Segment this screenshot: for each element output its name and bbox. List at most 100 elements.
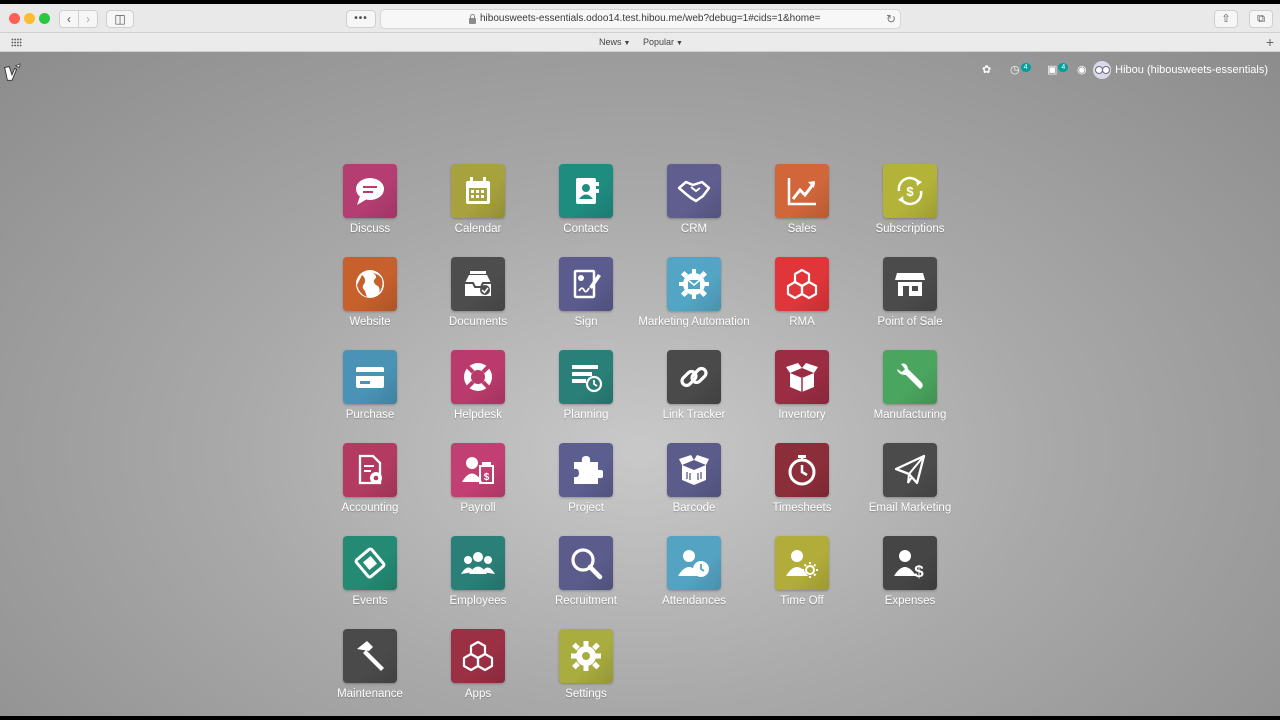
close-window-button[interactable] bbox=[9, 13, 20, 24]
app-label: Email Marketing bbox=[868, 502, 952, 514]
calendar-icon bbox=[451, 164, 505, 218]
new-tab-plus-icon[interactable]: + bbox=[1266, 33, 1274, 51]
app-label: Recruitment bbox=[555, 595, 617, 607]
chevron-down-icon: ▼ bbox=[676, 40, 683, 47]
stopwatch-icon bbox=[775, 443, 829, 497]
forward-arrow-icon[interactable]: › bbox=[78, 10, 98, 28]
lifebuoy-icon bbox=[451, 350, 505, 404]
app-apps[interactable]: Apps bbox=[424, 629, 532, 716]
messages-icon[interactable]: ▣ 4 bbox=[1047, 63, 1069, 76]
user-sun-icon bbox=[775, 536, 829, 590]
app-project[interactable]: Project bbox=[532, 443, 640, 536]
cubes-icon bbox=[451, 629, 505, 683]
app-barcode[interactable]: Barcode bbox=[640, 443, 748, 536]
user-name: Hibou (hibousweets-essentials) bbox=[1115, 64, 1268, 76]
bookmark-label: Popular bbox=[643, 37, 675, 47]
debug-bug-icon[interactable]: ✿ bbox=[982, 63, 991, 76]
app-label: Apps bbox=[464, 688, 492, 700]
app-label: Contacts bbox=[563, 223, 609, 235]
chat-bubble-icon bbox=[343, 164, 397, 218]
user-menu[interactable]: Hibou (hibousweets-essentials) bbox=[1093, 58, 1268, 82]
app-helpdesk[interactable]: Helpdesk bbox=[424, 350, 532, 443]
app-label: Employees bbox=[449, 595, 507, 607]
lock-icon bbox=[469, 14, 476, 24]
app-documents[interactable]: Documents bbox=[424, 257, 532, 350]
app-label: Maintenance bbox=[337, 688, 403, 700]
app-label: Marketing Automation bbox=[638, 316, 750, 328]
app-label: Settings bbox=[565, 688, 607, 700]
share-icon[interactable]: ⇧ bbox=[1214, 10, 1238, 28]
messages-badge: 4 bbox=[1058, 63, 1069, 72]
grid-icon[interactable] bbox=[11, 38, 22, 47]
app-label: Manufacturing bbox=[873, 409, 947, 421]
app-label: Planning bbox=[563, 409, 609, 421]
signed-document-icon bbox=[559, 257, 613, 311]
fullscreen-window-button[interactable] bbox=[39, 13, 50, 24]
minimize-window-button[interactable] bbox=[24, 13, 35, 24]
odoo-home-menu: ✿ ◷ 4 ▣ 4 ◉ Hibou (hibousweets-essentials)… bbox=[0, 52, 1280, 716]
owl-icon[interactable]: ◉ bbox=[1077, 63, 1087, 76]
browser-window: ‹ › ◫ ••• hibousweets-essentials.odoo14.… bbox=[0, 4, 1280, 716]
app-link-tracker[interactable]: Link Tracker bbox=[640, 350, 748, 443]
app-planning[interactable]: Planning bbox=[532, 350, 640, 443]
bookmark-news[interactable]: News ▼ bbox=[599, 33, 630, 53]
app-employees[interactable]: Employees bbox=[424, 536, 532, 629]
app-crm[interactable]: CRM bbox=[640, 164, 748, 257]
app-sign[interactable]: Sign bbox=[532, 257, 640, 350]
url-text[interactable]: hibousweets-essentials.odoo14.test.hibou… bbox=[480, 10, 821, 28]
app-discuss[interactable]: Discuss bbox=[316, 164, 424, 257]
app-sales[interactable]: Sales bbox=[748, 164, 856, 257]
app-label: Accounting bbox=[341, 502, 399, 514]
sidebar-toggle-icon[interactable]: ◫ bbox=[106, 10, 134, 28]
shop-icon bbox=[883, 257, 937, 311]
odoo-menu-toggle-icon[interactable] bbox=[1, 62, 23, 84]
app-label: Subscriptions bbox=[875, 223, 945, 235]
app-manufacturing[interactable]: Manufacturing bbox=[856, 350, 964, 443]
app-payroll[interactable]: $ Payroll bbox=[424, 443, 532, 536]
bookmark-popular[interactable]: Popular ▼ bbox=[643, 33, 683, 53]
gear-envelope-icon bbox=[667, 257, 721, 311]
app-attendances[interactable]: Attendances bbox=[640, 536, 748, 629]
app-label: Events bbox=[352, 595, 388, 607]
app-settings[interactable]: Settings bbox=[532, 629, 640, 716]
reload-icon[interactable]: ↻ bbox=[886, 10, 896, 28]
user-clock-icon bbox=[667, 536, 721, 590]
app-inventory[interactable]: Inventory bbox=[748, 350, 856, 443]
app-website[interactable]: Website bbox=[316, 257, 424, 350]
app-expenses[interactable]: $ Expenses bbox=[856, 536, 964, 629]
app-maintenance[interactable]: Maintenance bbox=[316, 629, 424, 716]
app-point-of-sale[interactable]: Point of Sale bbox=[856, 257, 964, 350]
activity-clock-icon[interactable]: ◷ 4 bbox=[1010, 63, 1031, 76]
app-label: Website bbox=[349, 316, 391, 328]
globe-icon bbox=[343, 257, 397, 311]
user-dollar-icon: $ bbox=[883, 536, 937, 590]
wrench-icon bbox=[883, 350, 937, 404]
app-subscriptions[interactable]: $ Subscriptions bbox=[856, 164, 964, 257]
back-arrow-icon[interactable]: ‹ bbox=[59, 10, 79, 28]
app-rma[interactable]: RMA bbox=[748, 257, 856, 350]
credit-card-icon bbox=[343, 350, 397, 404]
users-icon bbox=[451, 536, 505, 590]
address-bar[interactable]: hibousweets-essentials.odoo14.test.hibou… bbox=[380, 9, 901, 29]
app-events[interactable]: Events bbox=[316, 536, 424, 629]
app-label: Calendar bbox=[454, 223, 502, 235]
app-label: Helpdesk bbox=[454, 409, 502, 421]
app-accounting[interactable]: Accounting bbox=[316, 443, 424, 536]
app-recruitment[interactable]: Recruitment bbox=[532, 536, 640, 629]
app-label: Link Tracker bbox=[662, 409, 726, 421]
app-time-off[interactable]: Time Off bbox=[748, 536, 856, 629]
app-label: Project bbox=[568, 502, 604, 514]
svg-text:$: $ bbox=[914, 562, 924, 580]
app-calendar[interactable]: Calendar bbox=[424, 164, 532, 257]
bookmark-label: News bbox=[599, 37, 622, 47]
app-marketing-automation[interactable]: Marketing Automation bbox=[638, 257, 750, 350]
app-purchase[interactable]: Purchase bbox=[316, 350, 424, 443]
more-dots-icon[interactable]: ••• bbox=[346, 10, 376, 28]
tab-overview-icon[interactable]: ⧉ bbox=[1249, 10, 1273, 28]
app-timesheets[interactable]: Timesheets bbox=[748, 443, 856, 536]
user-payslip-icon: $ bbox=[451, 443, 505, 497]
ticket-icon bbox=[343, 536, 397, 590]
app-email-marketing[interactable]: Email Marketing bbox=[856, 443, 964, 536]
app-label: Purchase bbox=[345, 409, 395, 421]
app-contacts[interactable]: Contacts bbox=[532, 164, 640, 257]
